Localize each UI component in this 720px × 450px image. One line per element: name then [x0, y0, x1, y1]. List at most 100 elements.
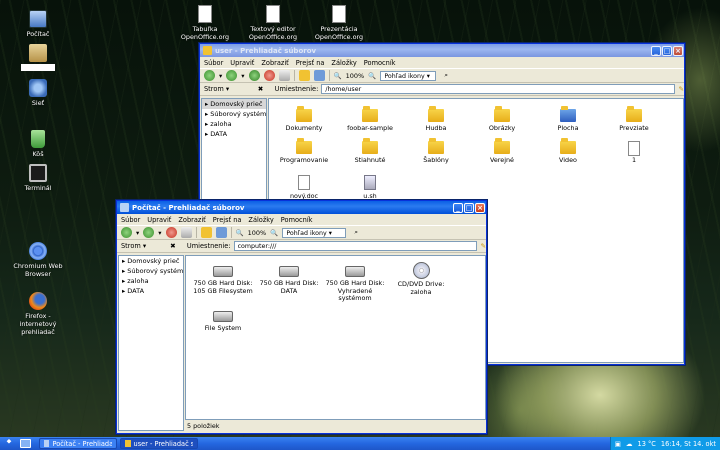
desktop-icon-firefox[interactable]: Firefox - internetový prehliadač — [13, 292, 63, 336]
folder-item[interactable]: Programovanie — [271, 138, 337, 165]
clock[interactable]: 16:14, St 14. okt — [661, 440, 716, 448]
expand-icon[interactable]: ▸ — [205, 129, 208, 139]
menu-help[interactable]: Pomocník — [281, 216, 313, 224]
menu-edit[interactable]: Upraviť — [147, 216, 171, 224]
folder-item[interactable]: Plocha — [535, 106, 601, 133]
tree-item-data[interactable]: ▸ DATA — [202, 129, 266, 139]
folder-item[interactable]: Prevziate — [601, 106, 667, 133]
tree-item-zaloha[interactable]: ▸ zaloha — [202, 119, 266, 129]
expand-icon[interactable]: ▸ — [122, 266, 125, 276]
close-sidebar-icon[interactable]: ✖ — [258, 85, 272, 93]
computer-icon[interactable] — [215, 227, 227, 238]
view-mode-select[interactable]: Pohľad ikony ▾ — [380, 70, 437, 81]
menu-view[interactable]: Zobraziť — [261, 59, 288, 67]
home-icon[interactable] — [298, 70, 310, 81]
desktop-icon-network[interactable]: Sieť — [13, 79, 63, 107]
file-item[interactable]: nový.doc — [271, 175, 337, 201]
desktop-icon-trash[interactable]: Kôš — [13, 130, 63, 158]
sidebar-mode-select[interactable]: Strom ▾ — [117, 242, 170, 250]
drive-item[interactable]: CD/DVD Drive: zaloha — [388, 262, 454, 296]
expand-icon[interactable]: ▸ — [205, 99, 208, 109]
menu-file[interactable]: Súbor — [121, 216, 140, 224]
drive-item[interactable]: 750 GB Hard Disk: DATA — [256, 266, 322, 295]
maximize-button[interactable]: □ — [662, 45, 672, 56]
taskbar-task-user[interactable]: user - Prehliadač súb... — [120, 438, 198, 449]
tree-item-home[interactable]: ▸ Domovský prieč — [119, 256, 183, 266]
tree-item-home[interactable]: ▸ Domovský prieč — [202, 99, 266, 109]
menu-view[interactable]: Zobraziť — [178, 216, 205, 224]
menu-bookmarks[interactable]: Záložky — [248, 216, 273, 224]
reload-icon[interactable] — [278, 70, 290, 81]
view-mode-select[interactable]: Pohľad ikony ▾ — [282, 227, 347, 238]
clear-location-icon[interactable]: ✎ — [678, 85, 684, 93]
folder-item[interactable]: Hudba — [403, 106, 469, 133]
temperature[interactable]: 13 °C — [638, 440, 656, 448]
menu-go[interactable]: Prejsť na — [213, 216, 242, 224]
taskbar-task-computer[interactable]: Počítač - Prehliadač s... — [39, 438, 117, 449]
search-icon[interactable]: ⌕ — [444, 71, 448, 80]
minimize-button[interactable]: _ — [453, 202, 463, 213]
desktop-icon-text-document[interactable]: Textový editor OpenOffice.org — [246, 5, 300, 41]
weather-icon[interactable]: ☁ — [626, 440, 633, 448]
sidebar-mode-select[interactable]: Strom ▾ — [200, 85, 258, 93]
clear-location-icon[interactable]: ✎ — [480, 242, 486, 250]
folder-item[interactable]: foobar-sample — [337, 106, 403, 133]
close-button[interactable]: × — [673, 45, 683, 56]
menu-file[interactable]: Súbor — [204, 59, 223, 67]
file-item[interactable]: u.sh — [337, 175, 403, 201]
reload-icon[interactable] — [180, 227, 192, 238]
forward-icon[interactable] — [226, 70, 238, 81]
zoom-out-icon[interactable]: 🔍 — [334, 72, 342, 80]
tree-item-filesystem[interactable]: ▸ Súborový systém — [119, 266, 183, 276]
expand-icon[interactable]: ▸ — [122, 286, 125, 296]
close-sidebar-icon[interactable]: ✖ — [170, 242, 184, 250]
back-icon[interactable] — [204, 70, 215, 81]
tree-item-filesystem[interactable]: ▸ Súborový systém — [202, 109, 266, 119]
zoom-in-icon[interactable]: 🔍 — [270, 229, 278, 237]
zoom-out-icon[interactable]: 🔍 — [236, 229, 244, 237]
close-button[interactable]: × — [475, 202, 485, 213]
desktop-icon-chromium[interactable]: Chromium Web Browser — [13, 242, 63, 278]
search-icon[interactable]: ⌕ — [354, 228, 358, 237]
expand-icon[interactable]: ▸ — [122, 256, 125, 266]
menu-help[interactable]: Pomocník — [364, 59, 396, 67]
drive-item[interactable]: 750 GB Hard Disk: 105 GB Filesystem — [190, 266, 256, 295]
zoom-level[interactable]: 100% — [248, 229, 267, 237]
minimize-button[interactable]: _ — [651, 45, 661, 56]
title-bar[interactable]: user - Prehliadač súborov _ □ × — [200, 44, 684, 57]
location-input[interactable]: /home/user — [321, 84, 676, 94]
file-item[interactable]: 1 — [601, 141, 667, 165]
computer-icon[interactable] — [313, 70, 325, 81]
expand-icon[interactable]: ▸ — [122, 276, 125, 286]
start-menu-icon[interactable]: ⯁ — [2, 438, 16, 449]
desktop-icon-presentation[interactable]: Prezentácia OpenOffice.org — [312, 5, 366, 41]
desktop-icon-terminal[interactable]: Terminál — [13, 164, 63, 192]
network-status-icon[interactable]: ▣ — [615, 440, 621, 448]
folder-item[interactable]: Šablóny — [403, 138, 469, 165]
expand-icon[interactable]: ▸ — [205, 109, 208, 119]
forward-dropdown-icon[interactable]: ▾ — [158, 229, 161, 237]
title-bar[interactable]: Počítač - Prehliadač súborov _ □ × — [117, 201, 486, 214]
home-icon[interactable] — [200, 227, 212, 238]
tree-item-data[interactable]: ▸ DATA — [119, 286, 183, 296]
forward-icon[interactable] — [143, 227, 155, 238]
drive-item[interactable]: File System — [190, 311, 256, 333]
back-dropdown-icon[interactable]: ▾ — [136, 229, 139, 237]
location-input[interactable]: computer:/// — [233, 241, 478, 251]
forward-dropdown-icon[interactable]: ▾ — [241, 72, 244, 80]
up-icon[interactable] — [248, 70, 260, 81]
tree-item-zaloha[interactable]: ▸ zaloha — [119, 276, 183, 286]
menu-go[interactable]: Prejsť na — [296, 59, 325, 67]
menu-edit[interactable]: Upraviť — [230, 59, 254, 67]
maximize-button[interactable]: □ — [464, 202, 474, 213]
show-desktop-icon[interactable] — [20, 439, 31, 448]
zoom-level[interactable]: 100% — [346, 72, 365, 80]
stop-icon[interactable] — [165, 227, 177, 238]
drive-item[interactable]: 750 GB Hard Disk: Vyhradené systémom — [322, 266, 388, 303]
expand-icon[interactable]: ▸ — [205, 119, 208, 129]
folder-item[interactable]: Dokumenty — [271, 106, 337, 133]
desktop-icon-spreadsheet[interactable]: Tabuľka OpenOffice.org — [178, 5, 232, 41]
folder-item[interactable]: Obrázky — [469, 106, 535, 133]
zoom-in-icon[interactable]: 🔍 — [368, 72, 376, 80]
desktop-icon-computer[interactable]: Počítač — [13, 10, 63, 38]
